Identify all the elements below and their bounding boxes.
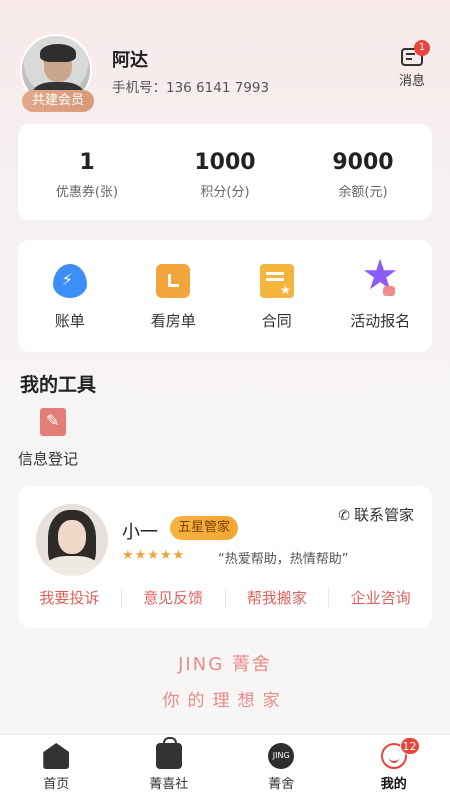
messages-button[interactable]: 1 消息 (392, 40, 432, 89)
user-phone: 手机号：136 6141 7993 (112, 80, 270, 96)
stat-label: 积分(分) (200, 185, 250, 200)
tab-home[interactable]: 首页 (0, 735, 113, 800)
steward-quote: “热爱帮助，热情帮助” (218, 552, 349, 567)
stat-balance[interactable]: 9000 余额(元) (294, 124, 432, 220)
complaint-button[interactable]: 我要投诉 (18, 588, 122, 608)
stat-value: 1000 (194, 150, 256, 175)
bag-icon (155, 737, 182, 769)
feedback-button[interactable]: 意见反馈 (122, 588, 226, 608)
brand-footer: JING 菁舍 你的理想家 (0, 650, 450, 711)
tab-mine[interactable]: 12 我的 (338, 735, 450, 800)
quick-contract-button[interactable]: 合同 (225, 240, 329, 352)
quick-label: 合同 (261, 312, 292, 330)
steward-avatar (36, 504, 108, 576)
tab-label: 我的 (380, 777, 407, 792)
stat-points[interactable]: 1000 积分(分) (156, 124, 294, 220)
tools-title: 我的工具 (20, 374, 97, 396)
user-avatar[interactable]: 共建会员 (20, 34, 96, 112)
home-icon (43, 743, 70, 769)
stat-value: 1 (79, 150, 95, 175)
tool-label: 信息登记 (18, 450, 79, 468)
member-badge: 共建会员 (22, 90, 94, 112)
steward-rank-badge: 五星管家 (170, 516, 239, 540)
phone-icon: ✆ (338, 508, 350, 524)
quick-viewing-list-button[interactable]: 看房单 (122, 240, 226, 352)
brand-logo: JING 菁舍 (178, 654, 272, 675)
enterprise-consult-button[interactable]: 企业咨询 (329, 588, 432, 608)
quick-label: 看房单 (150, 312, 196, 330)
brand-slogan: 你的理想家 (162, 691, 288, 711)
stat-value: 9000 (332, 150, 394, 175)
star-icon (361, 254, 399, 298)
rating-stars: ★★★★★ (122, 548, 186, 563)
tab-jing[interactable]: JING 菁舍 (225, 735, 338, 800)
edit-icon (40, 408, 66, 436)
bottom-tabbar: 首页 菁喜社 JING 菁舍 12 我的 (0, 734, 450, 800)
stats-card: 1 优惠券(张) 1000 积分(分) 9000 余额(元) (18, 124, 432, 220)
drop-icon (52, 264, 87, 298)
tool-info-register[interactable]: 信息登记 (18, 408, 88, 469)
quick-event-signup-button[interactable]: 活动报名 (329, 240, 433, 352)
tab-label: 首页 (43, 777, 70, 792)
quick-actions-card: 账单 看房单 合同 活动报名 (18, 240, 432, 352)
stat-label: 余额(元) (338, 185, 388, 200)
messages-label: 消息 (398, 74, 425, 89)
steward-card: 小一 五星管家 ✆ 联系管家 ★★★★★ “热爱帮助，热情帮助” 我要投诉 意见反… (18, 486, 432, 628)
moving-help-button[interactable]: 帮我搬家 (226, 588, 330, 608)
quick-label: 活动报名 (350, 312, 411, 330)
contact-label: 联系管家 (353, 506, 414, 524)
quick-bill-button[interactable]: 账单 (18, 240, 122, 352)
contact-steward-button[interactable]: ✆ 联系管家 (338, 504, 414, 525)
tab-label: 菁舍 (268, 777, 295, 792)
house-icon (156, 264, 191, 298)
steward-name: 小一 (122, 522, 158, 543)
jing-logo-icon: JING (268, 743, 295, 769)
contract-icon (259, 264, 294, 298)
profile-header: 共建会员 阿达 手机号：136 6141 7993 1 消息 (20, 34, 432, 114)
quick-label: 账单 (54, 312, 85, 330)
stat-label: 优惠券(张) (55, 185, 119, 200)
tab-label: 菁喜社 (149, 777, 189, 792)
tab-community[interactable]: 菁喜社 (113, 735, 226, 800)
stat-coupons[interactable]: 1 优惠券(张) (18, 124, 156, 220)
user-name: 阿达 (112, 50, 148, 71)
tab-badge: 12 (399, 737, 420, 755)
message-badge: 1 (414, 40, 430, 56)
steward-actions: 我要投诉 意见反馈 帮我搬家 企业咨询 (18, 588, 432, 608)
